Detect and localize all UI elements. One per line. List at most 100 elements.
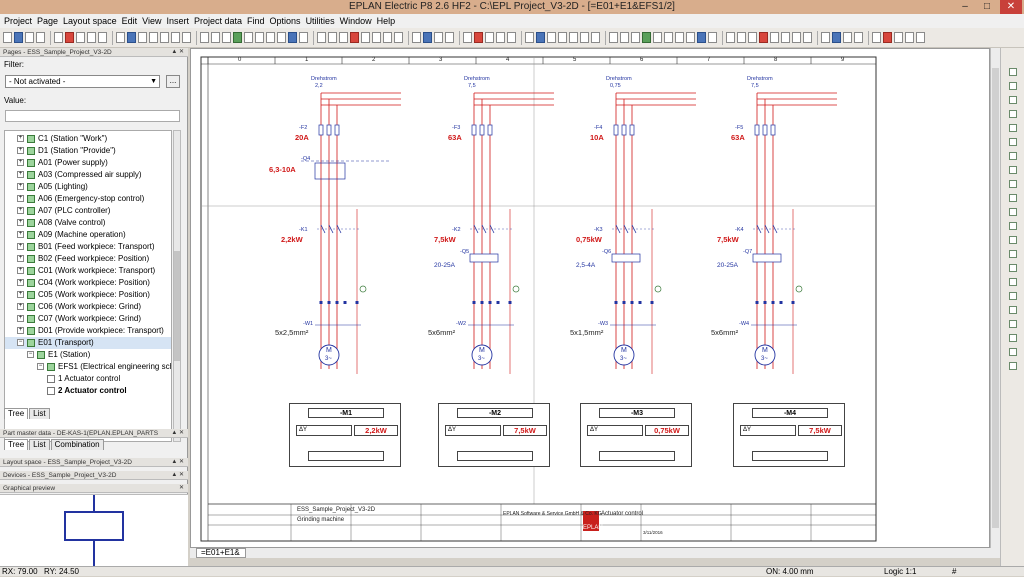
toolbar-tool-icon[interactable] [222,32,231,43]
toolbar-tool-icon[interactable] [591,32,600,43]
tree-item[interactable]: + A01 (Power supply) [5,157,171,169]
tab-combination[interactable]: Combination [50,439,104,450]
insert-symbol-icon[interactable] [1009,278,1017,286]
toolbar-tool-icon[interactable] [781,32,790,43]
tree-item[interactable]: + A05 (Lighting) [5,181,171,193]
collapse-icon[interactable]: − [17,339,24,347]
toolbar-tool-icon[interactable] [675,32,684,43]
tree-item[interactable]: + C04 (Work workpiece: Position) [5,277,171,289]
toolbar-tool-icon[interactable] [463,32,472,43]
pane-close-icon[interactable]: ▲ ✕ [171,429,184,437]
menu-project-data[interactable]: Project data [194,16,242,26]
toolbar-tool-icon[interactable] [339,32,348,43]
toolbar-tool-icon[interactable] [916,32,925,43]
toolbar-tool-icon[interactable] [54,32,63,43]
tree-item[interactable]: + A06 (Emergency-stop control) [5,193,171,205]
expand-icon[interactable]: + [17,135,24,143]
pane-close-icon[interactable]: ▲ ✕ [171,458,184,466]
canvas-horizontal-scrollbar[interactable] [190,548,1000,558]
menu-help[interactable]: Help [377,16,396,26]
toolbar-tool-icon[interactable] [412,32,421,43]
toolbar-tool-icon[interactable] [708,32,717,43]
toolbar-tool-icon[interactable] [138,32,147,43]
insert-symbol-icon[interactable] [1009,110,1017,118]
expand-icon[interactable]: + [17,279,24,287]
tree-item[interactable]: − E1 (Station) [5,349,171,361]
toolbar-tool-icon[interactable] [496,32,505,43]
toolbar-tool-icon[interactable] [350,32,359,43]
expand-icon[interactable]: + [17,267,24,275]
toolbar-tool-icon[interactable] [821,32,830,43]
toolbar-tool-icon[interactable] [423,32,432,43]
motor-data-box[interactable]: -M2 ΔY 7,5kW [438,403,550,467]
tree-item[interactable]: + C07 (Work workpiece: Grind) [5,313,171,325]
schematic-canvas[interactable]: 0 1 2 3 4 5 6 7 8 9 EPLAN ESS_Sample_Project_V3-2D G… [190,48,990,548]
tree-scrollbar-thumb[interactable] [174,251,180,361]
insert-symbol-icon[interactable] [1009,348,1017,356]
toolbar-tool-icon[interactable] [905,32,914,43]
menu-project[interactable]: Project [4,16,32,26]
insert-symbol-icon[interactable] [1009,264,1017,272]
expand-icon[interactable]: + [17,303,24,311]
expand-icon[interactable]: + [17,171,24,179]
toolbar-tool-icon[interactable] [127,32,136,43]
tree-item[interactable]: + C06 (Work workpiece: Grind) [5,301,171,313]
toolbar-tool-icon[interactable] [525,32,534,43]
menu-utilities[interactable]: Utilities [306,16,335,26]
tree-item[interactable]: 2 Actuator control [5,385,171,397]
toolbar-tool-icon[interactable] [737,32,746,43]
toolbar-tool-icon[interactable] [485,32,494,43]
expand-icon[interactable]: + [17,159,24,167]
toolbar-tool-icon[interactable] [547,32,556,43]
toolbar-tool-icon[interactable] [98,32,107,43]
toolbar-tool-icon[interactable] [474,32,483,43]
menu-layout-space[interactable]: Layout space [63,16,117,26]
minimize-button[interactable]: – [954,0,976,14]
toolbar-tool-icon[interactable] [255,32,264,43]
toolbar-tool-icon[interactable] [200,32,209,43]
expand-icon[interactable]: + [17,147,24,155]
tree-item[interactable]: − EFS1 (Electrical engineering sch [5,361,171,373]
menu-edit[interactable]: Edit [122,16,138,26]
tree-item[interactable]: + A08 (Valve control) [5,217,171,229]
insert-symbol-icon[interactable] [1009,166,1017,174]
tree-item[interactable]: + B02 (Feed workpiece: Position) [5,253,171,265]
toolbar-tool-icon[interactable] [803,32,812,43]
toolbar-tool-icon[interactable] [182,32,191,43]
toolbar-tool-icon[interactable] [277,32,286,43]
toolbar-tool-icon[interactable] [854,32,863,43]
tree-item[interactable]: + C1 (Station "Work") [5,133,171,145]
toolbar-tool-icon[interactable] [116,32,125,43]
tab-list[interactable]: List [29,439,50,450]
menu-page[interactable]: Page [37,16,58,26]
insert-symbol-icon[interactable] [1009,362,1017,370]
menu-window[interactable]: Window [340,16,372,26]
toolbar-tool-icon[interactable] [25,32,34,43]
toolbar-tool-icon[interactable] [3,32,12,43]
collapse-icon[interactable]: − [27,351,34,359]
expand-icon[interactable]: + [17,291,24,299]
toolbar-tool-icon[interactable] [569,32,578,43]
tree-item[interactable]: + D1 (Station "Provide") [5,145,171,157]
toolbar-tool-icon[interactable] [843,32,852,43]
toolbar-tool-icon[interactable] [558,32,567,43]
toolbar-tool-icon[interactable] [266,32,275,43]
close-button[interactable]: ✕ [1000,0,1022,14]
tree-item[interactable]: − E01 (Transport) [5,337,171,349]
toolbar-tool-icon[interactable] [361,32,370,43]
toolbar-tool-icon[interactable] [642,32,651,43]
toolbar-tool-icon[interactable] [872,32,881,43]
vertical-scrollbar-thumb[interactable] [992,68,999,528]
tab-tree[interactable]: Tree [4,408,29,419]
toolbar-tool-icon[interactable] [87,32,96,43]
insert-symbol-icon[interactable] [1009,208,1017,216]
toolbar-tool-icon[interactable] [770,32,779,43]
motor-data-box[interactable]: -M1 ΔY 2,2kW [289,403,401,467]
toolbar-tool-icon[interactable] [832,32,841,43]
toolbar-tool-icon[interactable] [726,32,735,43]
tree-item[interactable]: + C01 (Work workpiece: Transport) [5,265,171,277]
toolbar-tool-icon[interactable] [686,32,695,43]
expand-icon[interactable]: + [17,255,24,263]
insert-symbol-icon[interactable] [1009,96,1017,104]
toolbar-tool-icon[interactable] [445,32,454,43]
